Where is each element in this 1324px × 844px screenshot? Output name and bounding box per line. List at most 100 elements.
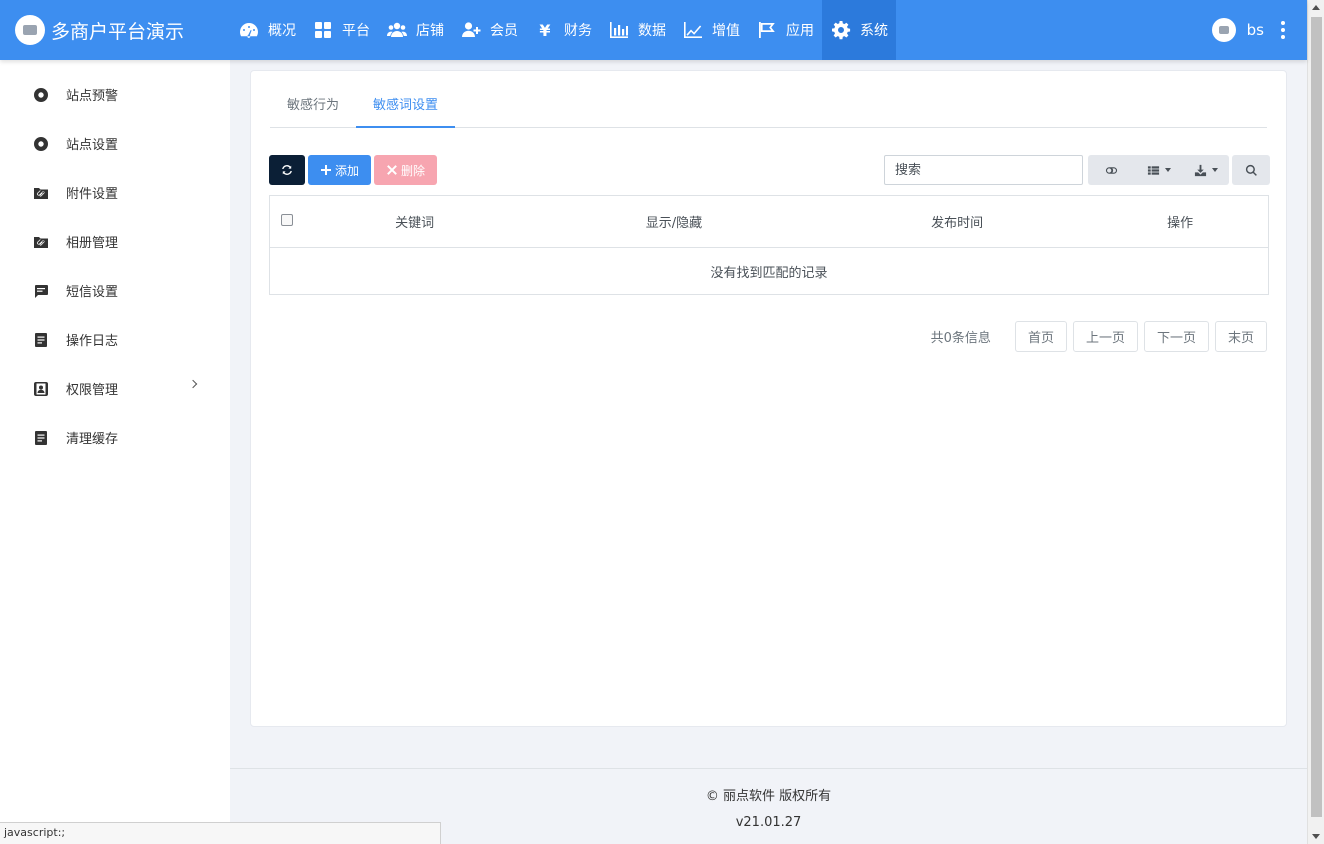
- sidebar-item-site-alert[interactable]: 站点预警: [0, 70, 230, 119]
- refresh-button[interactable]: [269, 155, 305, 185]
- more-vertical-icon[interactable]: [1281, 21, 1285, 39]
- scrollbar[interactable]: [1307, 0, 1324, 844]
- add-button-label: 添加: [334, 163, 359, 178]
- scroll-thumb[interactable]: [1311, 17, 1322, 817]
- dashboard-icon: [239, 20, 259, 40]
- sidebar-item-site-settings[interactable]: 站点设置: [0, 119, 230, 168]
- sidebar-item-label: 附件设置: [66, 187, 119, 202]
- add-button[interactable]: 添加: [308, 155, 371, 185]
- delete-button[interactable]: 删除: [374, 155, 437, 185]
- column-header-actions: 操作: [1092, 195, 1269, 248]
- nav-item-value-added[interactable]: 增值: [674, 0, 748, 60]
- user-plus-icon: [461, 20, 481, 40]
- sidebar-item-attachment-settings[interactable]: 附件设置: [0, 168, 230, 217]
- user-name[interactable]: bs: [1247, 21, 1264, 39]
- empty-message: 没有找到匹配的记录: [710, 265, 828, 281]
- sidebar-item-clear-cache[interactable]: 清理缓存: [0, 413, 230, 462]
- last-page-button[interactable]: 末页: [1214, 321, 1267, 352]
- keywords-table: 关键词 显示/隐藏 发布时间 操作 没有找到匹配的记录: [269, 195, 1269, 295]
- prev-page-button[interactable]: 上一页: [1072, 321, 1138, 352]
- sidebar-item-label: 站点预警: [66, 89, 119, 104]
- column-header-keyword[interactable]: 关键词: [303, 195, 526, 248]
- sidebar-item-operation-log[interactable]: 操作日志: [0, 315, 230, 364]
- nav-item-member[interactable]: 会员: [452, 0, 526, 60]
- select-all-checkbox[interactable]: [280, 213, 293, 226]
- brand-title: 多商户平台演示: [51, 20, 185, 43]
- circle-dot-icon: [34, 136, 48, 151]
- content-card: 敏感行为 敏感词设置 添加 删除 关键词 显示: [250, 70, 1287, 727]
- refresh-icon: [282, 165, 292, 175]
- caret-down-icon: [1211, 168, 1218, 172]
- avatar[interactable]: [1211, 18, 1236, 42]
- sidebar-item-label: 站点设置: [66, 138, 119, 153]
- chevron-right-icon: [188, 379, 198, 389]
- folder-clip-icon: [34, 235, 48, 249]
- table-row: 没有找到匹配的记录: [270, 248, 1269, 295]
- toggle-icon: [1105, 166, 1118, 174]
- contact-icon: [34, 381, 48, 396]
- toggle-view-button[interactable]: [1088, 155, 1135, 185]
- document-icon: [34, 332, 48, 347]
- bar-chart-icon: [609, 20, 629, 40]
- sidebar-item-sms-settings[interactable]: 短信设置: [0, 266, 230, 315]
- nav-label: 概况: [268, 23, 296, 39]
- nav-item-store[interactable]: 店铺: [378, 0, 452, 60]
- next-page-button[interactable]: 下一页: [1143, 321, 1209, 352]
- first-page-button[interactable]: 首页: [1014, 321, 1067, 352]
- scroll-up-icon[interactable]: [1312, 5, 1320, 10]
- sidebar-item-permission-management[interactable]: 权限管理: [0, 364, 230, 413]
- top-navbar: 多商户平台演示 概况 平台 店铺 会员 ¥ 财务 数据 增值 应用 系统 bs: [0, 0, 1307, 60]
- tab-bar: 敏感行为 敏感词设置: [270, 89, 1267, 128]
- column-header-visibility[interactable]: 显示/隐藏: [525, 195, 823, 248]
- nav-label: 财务: [564, 23, 592, 39]
- search-button[interactable]: [1232, 155, 1270, 185]
- scroll-down-icon[interactable]: [1312, 834, 1320, 839]
- gear-icon: [831, 20, 851, 40]
- export-dropdown[interactable]: [1182, 155, 1229, 185]
- message-icon: [34, 284, 48, 298]
- nav-item-apps[interactable]: 应用: [748, 0, 822, 60]
- columns-dropdown[interactable]: [1135, 155, 1182, 185]
- sidebar-item-label: 清理缓存: [66, 432, 119, 447]
- nav-item-platform[interactable]: 平台: [304, 0, 378, 60]
- caret-down-icon: [1164, 168, 1171, 172]
- table-tools: [1088, 155, 1229, 185]
- nav-label: 增值: [712, 23, 740, 39]
- nav-item-finance[interactable]: ¥ 财务: [526, 0, 600, 60]
- brand-logo-icon: [15, 15, 45, 45]
- nav-item-system[interactable]: 系统: [822, 0, 896, 60]
- user-menu[interactable]: bs: [1211, 0, 1285, 60]
- nav-label: 平台: [342, 23, 370, 39]
- table-header-row: 关键词 显示/隐藏 发布时间 操作: [269, 195, 1269, 248]
- line-chart-icon: [683, 20, 703, 40]
- sidebar-item-label: 相册管理: [66, 236, 119, 251]
- nav-item-overview[interactable]: 概况: [230, 0, 304, 60]
- nav-item-data[interactable]: 数据: [600, 0, 674, 60]
- nav-label: 数据: [638, 23, 666, 39]
- grid-icon: [313, 20, 333, 40]
- column-header-publish-time[interactable]: 发布时间: [822, 195, 1093, 248]
- delete-button-label: 删除: [400, 163, 425, 178]
- tab-sensitive-behavior[interactable]: 敏感行为: [270, 89, 356, 128]
- flag-icon: [757, 20, 777, 40]
- sidebar: 站点预警 站点设置 附件设置 相册管理 短信设置 操作日志 权限管理 清理缓存: [0, 60, 230, 844]
- nav-label: 会员: [490, 23, 518, 39]
- search-input[interactable]: [884, 155, 1083, 185]
- users-icon: [387, 20, 407, 40]
- sidebar-item-label: 权限管理: [66, 383, 119, 398]
- nav-label: 店铺: [416, 23, 444, 39]
- document-icon: [34, 430, 48, 445]
- download-icon: [1194, 164, 1206, 176]
- select-all-cell: [269, 195, 304, 248]
- tab-sensitive-word-settings[interactable]: 敏感词设置: [356, 89, 456, 128]
- pagination: 共0条信息 首页 上一页 下一页 末页: [931, 321, 1267, 352]
- nav-label: 系统: [860, 23, 888, 39]
- brand[interactable]: 多商户平台演示: [0, 0, 230, 60]
- copyright: © 丽点软件 版权所有: [705, 789, 832, 804]
- circle-dot-icon: [34, 87, 48, 102]
- list-icon: [1147, 165, 1159, 175]
- search-icon: [1245, 164, 1257, 176]
- folder-clip-icon: [34, 186, 48, 200]
- main-nav: 概况 平台 店铺 会员 ¥ 财务 数据 增值 应用 系统: [230, 0, 896, 60]
- sidebar-item-album-management[interactable]: 相册管理: [0, 217, 230, 266]
